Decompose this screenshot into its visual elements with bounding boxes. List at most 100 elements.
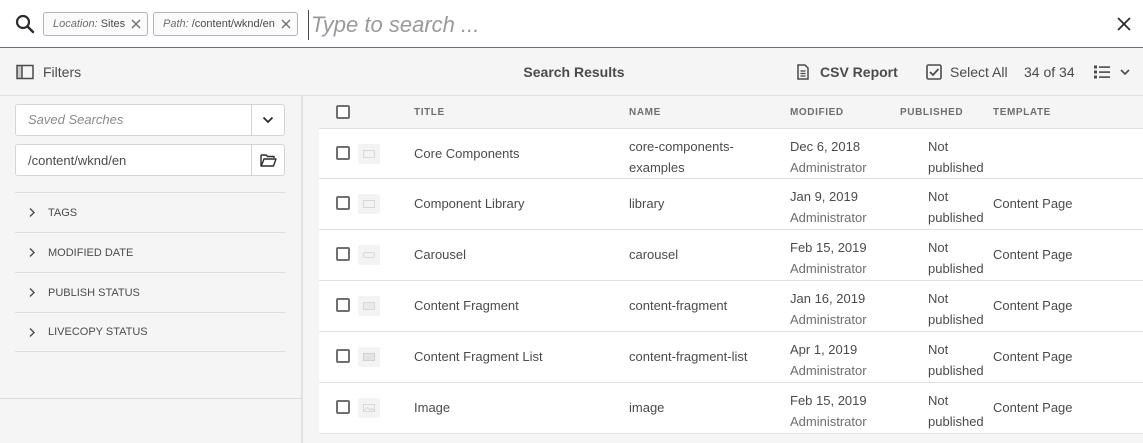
row-published-line1: Not: [928, 342, 949, 357]
row-modified-date: Jan 16, 2019: [790, 291, 866, 306]
facet-tags[interactable]: TAGS: [15, 192, 285, 232]
column-header-title[interactable]: TITLE: [414, 107, 445, 118]
row-title: Core Components: [414, 146, 520, 161]
chevron-right-icon: [29, 327, 35, 337]
path-tag-value: /content/wknd/en: [191, 18, 275, 30]
select-all-checkbox[interactable]: [336, 105, 350, 119]
column-header-modified[interactable]: MODIFIED: [790, 107, 844, 118]
row-published-line2: published: [928, 210, 984, 225]
row-published: Not published: [928, 237, 984, 279]
path-browser-field: [15, 144, 285, 176]
column-header-published[interactable]: PUBLISHED: [900, 107, 963, 118]
row-checkbox[interactable]: [336, 196, 350, 210]
row-title: Carousel: [414, 247, 467, 262]
row-published-line2: published: [928, 363, 984, 378]
row-template: Content Page: [993, 349, 1073, 364]
page-thumbnail-icon: [358, 296, 380, 316]
row-modified-by: Administrator: [790, 261, 867, 276]
row-checkbox[interactable]: [336, 146, 350, 160]
row-published-line2: published: [928, 312, 984, 327]
rail-toggle-icon: [16, 64, 34, 80]
row-published: Not published: [928, 136, 984, 178]
row-published: Not published: [928, 339, 984, 381]
location-tag-value: Sites: [100, 18, 126, 30]
browse-path-button[interactable]: [251, 145, 284, 175]
path-input[interactable]: [16, 145, 251, 175]
row-published-line1: Not: [928, 139, 949, 154]
saved-searches-select[interactable]: Saved Searches: [15, 104, 285, 136]
results-title-text: Search Results: [523, 64, 625, 80]
row-name: library: [629, 196, 665, 211]
location-tag-key: Location:: [53, 18, 98, 30]
table-row[interactable]: Carousel carousel Feb 15, 2019 Administra…: [319, 230, 1143, 281]
action-bar: Filters Search Results CSV Report Select…: [0, 48, 1143, 96]
path-tag[interactable]: Path: /content/wknd/en: [153, 12, 298, 36]
row-modified: Dec 6, 2018 Administrator: [790, 136, 867, 178]
row-checkbox[interactable]: [336, 298, 350, 312]
chevron-down-icon: [262, 116, 274, 124]
row-modified: Jan 9, 2019 Administrator: [790, 186, 867, 228]
row-modified: Apr 1, 2019 Administrator: [790, 339, 867, 381]
list-view-icon: [1094, 65, 1110, 79]
csv-report-button[interactable]: CSV Report: [796, 62, 898, 82]
close-icon[interactable]: [1116, 16, 1132, 32]
row-published-line2: published: [928, 414, 984, 429]
path-tag-key: Path:: [163, 18, 189, 30]
row-name: content-fragment: [629, 298, 728, 313]
location-tag[interactable]: Location: Sites: [43, 12, 149, 36]
column-header-template[interactable]: TEMPLATE: [993, 107, 1051, 118]
chevron-right-icon: [29, 208, 35, 217]
facet-label: LIVECOPY STATUS: [48, 326, 148, 338]
filters-button[interactable]: Filters: [16, 62, 81, 82]
results-panel: TITLE NAME MODIFIED PUBLISHED TEMPLATE C…: [303, 96, 1143, 443]
remove-path-tag-icon[interactable]: [281, 19, 291, 29]
select-all-button[interactable]: Select All: [926, 62, 1008, 82]
chevron-right-icon: [29, 288, 35, 297]
facet-publish-status[interactable]: PUBLISH STATUS: [15, 272, 285, 312]
row-modified-by: Administrator: [790, 414, 867, 429]
page-thumbnail-icon: [358, 398, 380, 418]
saved-searches-toggle[interactable]: [251, 105, 284, 135]
chevron-right-icon: [29, 248, 35, 257]
row-published-line1: Not: [928, 291, 949, 306]
search-input[interactable]: [308, 10, 1068, 40]
row-checkbox[interactable]: [336, 349, 350, 363]
saved-searches-placeholder: Saved Searches: [28, 112, 124, 127]
row-published-line1: Not: [928, 240, 949, 255]
table-row[interactable]: Content Fragment List content-fragment-l…: [319, 332, 1143, 383]
row-template: Content Page: [993, 400, 1073, 415]
sidebar-divider: [0, 398, 301, 399]
row-modified-by: Administrator: [790, 160, 867, 175]
row-published-line2: published: [928, 160, 984, 175]
page-thumbnail-icon: [358, 245, 380, 265]
page-thumbnail-icon: [358, 194, 380, 214]
folder-icon: [259, 154, 277, 167]
row-template: Content Page: [993, 196, 1073, 211]
omnisearch-bar: Location: Sites Path: /content/wknd/en: [0, 0, 1143, 48]
column-header-name[interactable]: NAME: [629, 107, 661, 118]
row-checkbox[interactable]: [336, 400, 350, 414]
select-all-icon: [926, 64, 942, 80]
table-row[interactable]: Content Fragment content-fragment Jan 16…: [319, 281, 1143, 332]
row-published: Not published: [928, 186, 984, 228]
csv-report-label: CSV Report: [820, 64, 898, 80]
row-modified-by: Administrator: [790, 210, 867, 225]
remove-location-tag-icon[interactable]: [131, 19, 141, 29]
row-modified-date: Dec 6, 2018: [790, 139, 861, 154]
facet-modified-date[interactable]: MODIFIED DATE: [15, 232, 285, 272]
select-all-label: Select All: [950, 64, 1008, 80]
row-template: Content Page: [993, 247, 1073, 262]
row-title: Content Fragment List: [414, 349, 543, 364]
row-title: Content Fragment: [414, 298, 519, 313]
view-switcher-button[interactable]: [1093, 62, 1130, 82]
row-modified-date: Feb 15, 2019: [790, 240, 867, 255]
csv-report-icon: [797, 64, 809, 80]
facet-list: TAGS MODIFIED DATE PUBLISH STATUS LIVECO…: [15, 192, 285, 352]
page-thumbnail-icon: [358, 144, 380, 164]
row-checkbox[interactable]: [336, 247, 350, 261]
row-name-line1: core-components-: [629, 139, 734, 154]
table-row[interactable]: Core Components core-components-examples…: [319, 128, 1143, 179]
table-row[interactable]: Image image Feb 15, 2019 Administrator No…: [319, 383, 1143, 434]
facet-livecopy-status[interactable]: LIVECOPY STATUS: [15, 312, 285, 352]
table-row[interactable]: Component Library library Jan 9, 2019 Adm…: [319, 179, 1143, 230]
